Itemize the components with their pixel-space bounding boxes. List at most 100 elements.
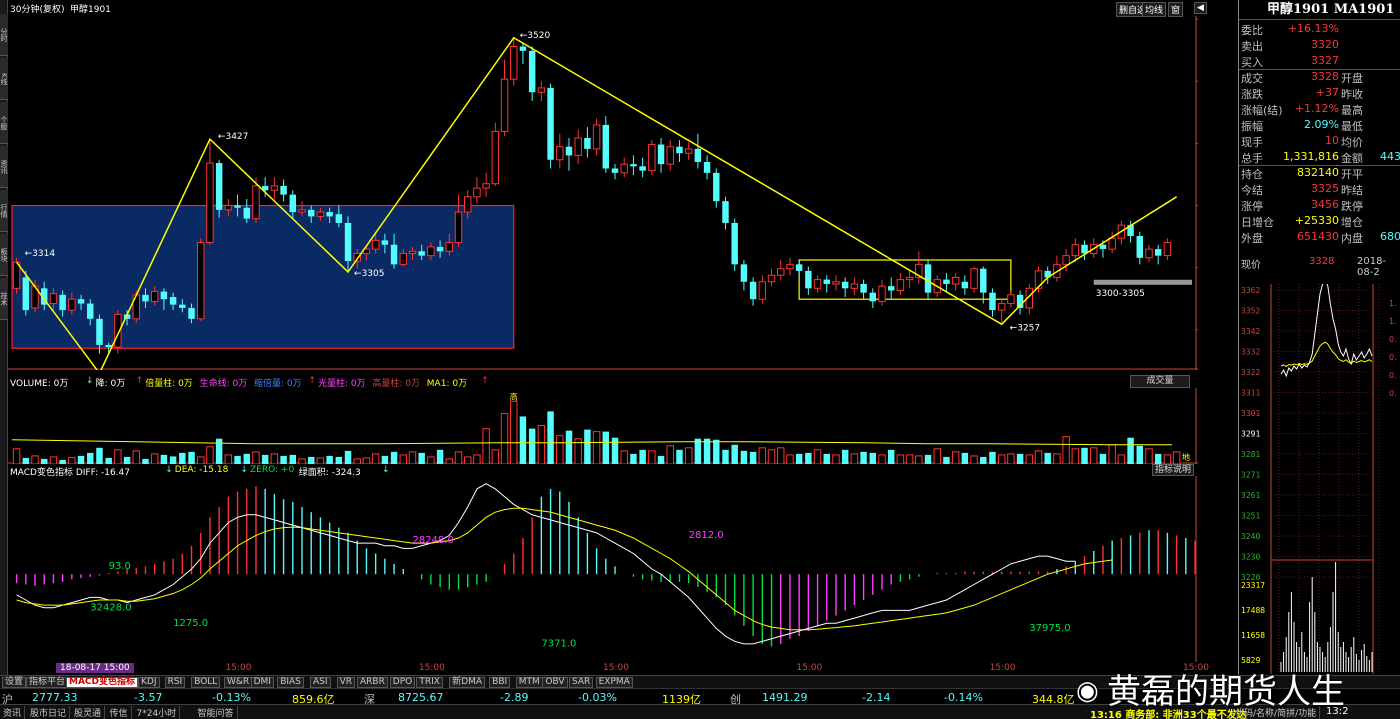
volume-bar-down xyxy=(749,451,757,464)
intraday-mini-chart[interactable]: 3362 3352 3342 3332 3322 3311 3301 3291 3281 3271… xyxy=(1239,284,1400,674)
indicator-tab[interactable]: ASI xyxy=(310,677,331,688)
volume-bar-down xyxy=(96,447,103,464)
volume-bar-up xyxy=(150,453,159,464)
top-button[interactable]: ◀ xyxy=(1194,2,1207,14)
quote-row: 买入 3327 xyxy=(1239,54,1400,70)
mini-price-label: 3291 xyxy=(1241,430,1260,439)
volume-bar-down xyxy=(823,453,830,464)
macd-area-label: 28248.0 xyxy=(412,535,453,546)
indicator-tab[interactable]: SAR xyxy=(569,677,594,688)
left-tab[interactable]: 技术 xyxy=(0,278,8,320)
status-item[interactable]: 股灵通 xyxy=(71,706,106,719)
indicator-tab[interactable]: MACD变色指标 xyxy=(66,677,138,688)
indicator-tab[interactable]: MTM xyxy=(515,677,543,688)
mini-price-label: 3261 xyxy=(1241,491,1260,500)
candle-body-up xyxy=(537,87,546,93)
candle-body-down xyxy=(289,194,297,213)
indicator-help-button[interactable]: 指标说明 xyxy=(1152,464,1194,476)
candle-body-down xyxy=(980,268,987,293)
indicator-tab[interactable]: DPO xyxy=(389,677,416,688)
candle-body-down xyxy=(22,277,30,311)
status-item[interactable]: 资讯 xyxy=(0,706,26,719)
candle-body-down xyxy=(344,222,352,262)
period-label[interactable]: 30分钟(复权) xyxy=(10,2,64,15)
status-item[interactable]: 传信 xyxy=(107,706,132,719)
indicator-tab[interactable]: RSI xyxy=(164,677,186,688)
candle-body-down xyxy=(87,303,94,319)
candle-body-up xyxy=(1108,237,1116,250)
range-label: 3300-3305 xyxy=(1096,289,1145,299)
indicator-tab[interactable]: BOLL xyxy=(191,677,221,688)
volume-bar-down xyxy=(381,455,389,464)
status-item[interactable]: 7*24小时 xyxy=(134,706,181,719)
candle-body-down xyxy=(657,144,665,165)
mini-right-label: 0. xyxy=(1389,353,1397,362)
indicator-tab[interactable]: 新DMA xyxy=(449,677,486,688)
quote-label: 涨停 xyxy=(1241,200,1263,213)
candle-body-down xyxy=(722,201,729,223)
support-band xyxy=(1093,279,1192,285)
volume-bar-up xyxy=(878,454,886,464)
volume-bar-down xyxy=(289,454,297,464)
candle-body-up xyxy=(574,137,582,156)
status-item[interactable]: 股市日记 xyxy=(27,706,71,719)
candle-body-down xyxy=(243,207,250,219)
volume-bar-up xyxy=(298,458,306,464)
status-item[interactable]: 智能问答 xyxy=(195,706,238,719)
mini-right-label: 1. xyxy=(1389,317,1397,326)
volume-bar-up xyxy=(68,456,76,464)
candle-body-up xyxy=(68,298,76,311)
candle-body-down xyxy=(326,212,333,217)
quote-label-2: 开平 xyxy=(1341,168,1363,181)
indicator-tab[interactable]: 设置 xyxy=(2,677,27,688)
volume-chart[interactable]: 6918522434591765X100高地 xyxy=(8,388,1198,464)
candle-body-up xyxy=(491,130,500,185)
quote-row: 总手 1,331,816 金额 443 xyxy=(1239,150,1400,166)
volume-selector-button[interactable]: 成交量 xyxy=(1130,375,1190,388)
indicator-tab[interactable]: VR xyxy=(336,677,356,688)
candle-body-down xyxy=(59,294,66,311)
macd-chart[interactable]: +34.87+29.23+23.31+17.67+11.75+6.11+0.10… xyxy=(8,476,1198,662)
volume-bar-up xyxy=(832,454,840,464)
mini-price-label: 3251 xyxy=(1241,512,1260,521)
indicator-tab[interactable]: KDJ xyxy=(138,677,160,688)
volume-bar-up xyxy=(850,453,859,464)
top-button[interactable]: 均线 xyxy=(1142,2,1167,17)
left-tab[interactable]: 个股 xyxy=(0,102,8,144)
candlestick-chart[interactable]: 3537348034233366330932523529←3314←3212←3… xyxy=(8,16,1198,370)
candle-body-up xyxy=(49,293,58,305)
left-tab[interactable]: 资讯 xyxy=(0,146,8,188)
volume-bar-down xyxy=(280,455,287,464)
indicator-tab[interactable]: BIAS xyxy=(277,677,304,688)
left-tab[interactable]: 分时 xyxy=(0,14,8,56)
volume-bar-down xyxy=(344,450,352,464)
volume-bar-down xyxy=(740,450,748,464)
indicator-tab[interactable]: DMI xyxy=(250,677,274,688)
volume-bar-up xyxy=(463,456,472,464)
indicator-tab[interactable]: OBV xyxy=(542,677,568,688)
volume-bar-up xyxy=(206,446,214,464)
indicator-tab[interactable]: TRIX xyxy=(416,677,443,688)
left-tab[interactable]: 板块 xyxy=(0,234,8,276)
quote-row: 卖出 3320 xyxy=(1239,38,1400,53)
candle-body-down xyxy=(639,166,646,171)
quote-label: 涨幅(结) xyxy=(1241,104,1283,117)
left-tab[interactable]: 行情 xyxy=(0,190,8,232)
volume-bar-up xyxy=(1034,450,1043,464)
volume-bar-down xyxy=(547,411,554,464)
indicator-tab[interactable]: ARBR xyxy=(357,677,388,688)
candle-body-up xyxy=(997,303,1006,311)
quote-label: 日增仓 xyxy=(1241,216,1274,229)
indicator-tab[interactable]: W&R xyxy=(224,677,253,688)
time-axis-tick: 15:00 xyxy=(225,663,252,673)
volume-bar-up xyxy=(114,449,122,464)
indicator-tab[interactable]: 指标平台 xyxy=(26,677,69,688)
left-tab[interactable]: K线 xyxy=(0,58,8,100)
top-button[interactable]: 窗 xyxy=(1168,2,1184,17)
indicator-tab[interactable]: EXPMA xyxy=(595,677,633,688)
indicator-tab[interactable]: BBI xyxy=(489,677,511,688)
volume-bar-down xyxy=(731,444,738,464)
macd-area-label: 7371.0 xyxy=(541,639,576,650)
volume-bar-up xyxy=(473,454,481,464)
candle-body-down xyxy=(307,209,315,217)
